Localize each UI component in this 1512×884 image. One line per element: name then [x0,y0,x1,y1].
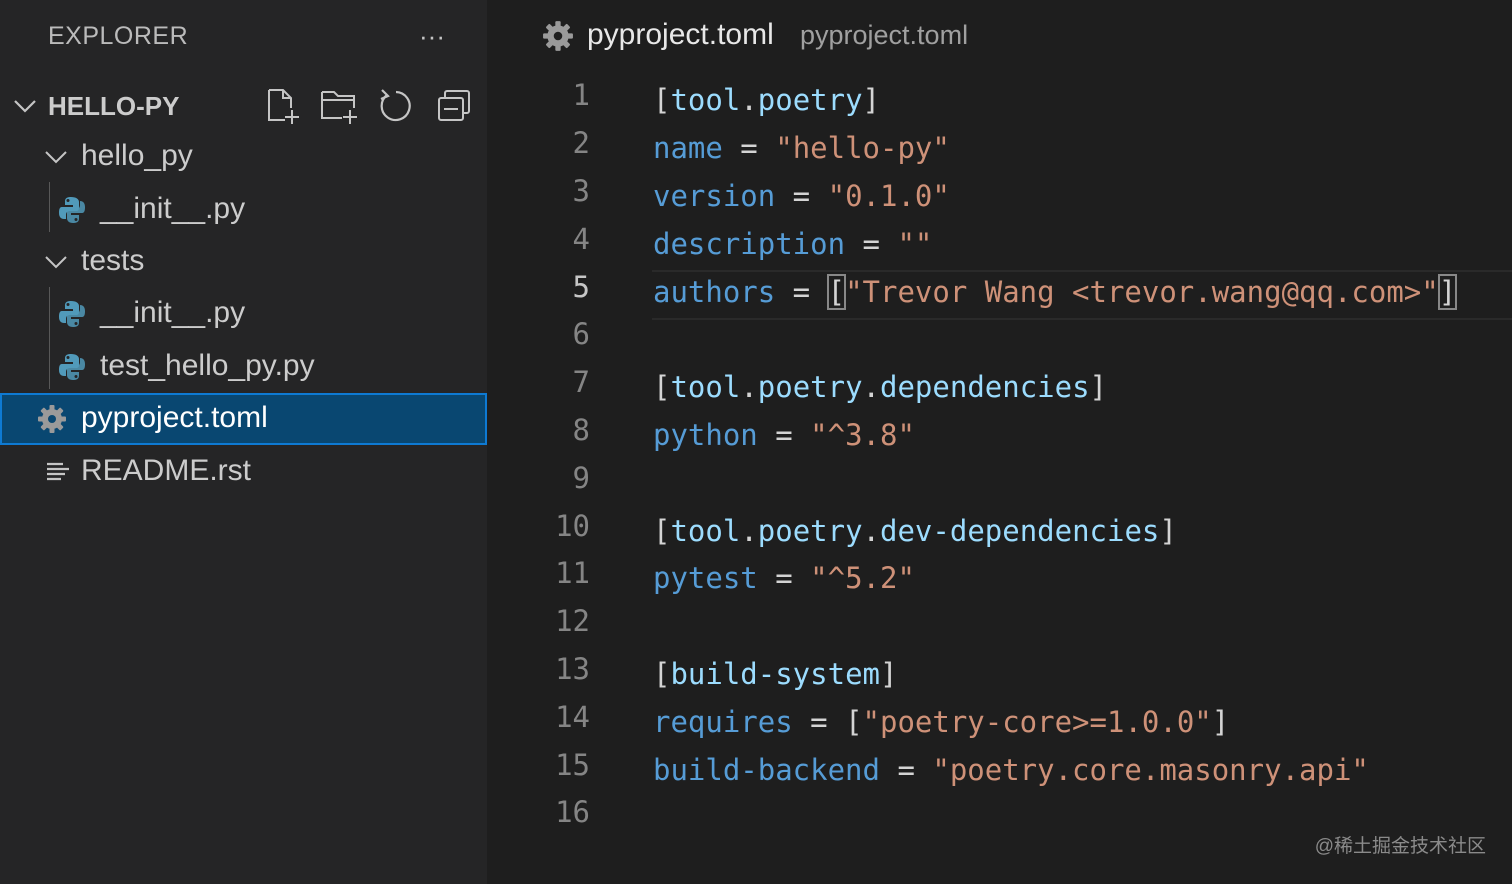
line-number: 8 [572,413,590,447]
code-text: description = "" [653,227,933,261]
refresh-icon [380,89,411,122]
code-text: [tool.poetry.dev-dependencies] [653,514,1177,548]
line-number: 13 [555,652,590,686]
tree-folder-tests[interactable]: tests [0,236,487,288]
tree-item-label: README.rst [81,454,252,487]
code-line[interactable]: 14 requires = ["poetry-core>=1.0.0"] [487,698,1512,746]
code-line[interactable]: 3 version = "0.1.0" [487,172,1512,220]
code-line[interactable]: 2 name = "hello-py" [487,124,1512,172]
new-file-button[interactable] [263,86,303,126]
line-number: 9 [572,461,590,495]
tree-item-label: test_hello_py.py [100,349,315,382]
code-text: python = "^3.8" [653,418,915,452]
line-number: 7 [572,365,590,399]
chevron-down-icon[interactable] [12,93,38,119]
new-file-icon [268,89,299,124]
code-text: build-backend = "poetry.core.masonry.api… [653,753,1369,787]
tree-folder-hello-py[interactable]: hello_py [0,131,487,183]
line-number: 10 [555,509,590,543]
code-text: name = "hello-py" [653,131,950,165]
tree-item-label: pyproject.toml [81,401,268,434]
line-number: 15 [555,748,590,782]
code-line[interactable]: 10 [tool.poetry.dev-dependencies] [487,507,1512,555]
code-line[interactable]: 8 python = "^3.8" [487,411,1512,459]
code-line-active[interactable]: 5 authors = ["Trevor Wang <trevor.wang@q… [487,268,1512,316]
code-line[interactable]: 12 [487,602,1512,650]
code-text: [tool.poetry.dependencies] [653,370,1107,404]
line-number: 2 [572,126,590,160]
explorer-sidebar: EXPLORER ··· HELLO-PY hello_py __init__.… [0,0,487,884]
new-folder-icon [321,91,357,124]
line-number: 14 [555,700,590,734]
project-header[interactable]: HELLO-PY [0,80,487,130]
watermark: @稀土掘金技术社区 [1314,836,1486,857]
editor-pane[interactable]: pyproject.toml pyproject.toml 1 [tool.po… [487,0,1512,884]
python-icon [59,197,85,223]
line-number: 4 [572,222,590,256]
code-line[interactable]: 9 [487,459,1512,507]
tree-item-label: hello_py [81,139,193,172]
python-icon [59,354,85,380]
tree-file-pyproject-toml[interactable]: pyproject.toml [0,393,487,445]
collapse-all-button[interactable] [434,86,474,126]
breadcrumb-file[interactable]: pyproject.toml [587,18,774,52]
code-line[interactable]: 15 build-backend = "poetry.core.masonry.… [487,746,1512,794]
code-text: version = "0.1.0" [653,179,950,213]
tree-item-label: __init__.py [100,296,246,329]
chevron-down-icon [45,256,67,269]
code-text: authors = ["Trevor Wang <trevor.wang@qq.… [653,274,1458,310]
line-number: 3 [572,174,590,208]
code-text: pytest = "^5.2" [653,561,915,595]
code-text: [build-system] [653,657,898,691]
chevron-down-icon [45,151,67,164]
more-actions-button[interactable]: ··· [412,18,452,54]
code-line[interactable]: 1 [tool.poetry] [487,76,1512,124]
matching-bracket: ] [1437,274,1458,310]
line-number: 16 [555,795,590,829]
collapse-all-icon [438,90,470,121]
gear-icon [543,21,573,51]
line-number: 12 [555,604,590,638]
breadcrumb-path[interactable]: pyproject.toml [800,20,968,51]
line-number: 11 [555,556,590,590]
gear-icon [38,405,66,433]
tree-file-init-py[interactable]: __init__.py [0,184,487,236]
tree-item-label: tests [81,244,145,277]
code-line[interactable]: 13 [build-system] [487,650,1512,698]
tree-file-tests-init-py[interactable]: __init__.py [0,288,487,340]
code-line[interactable]: 6 [487,315,1512,363]
explorer-title: EXPLORER [48,22,189,50]
code-text: [tool.poetry] [653,83,881,117]
tree-file-test-hello-py[interactable]: test_hello_py.py [0,341,487,393]
lines-icon [47,462,69,481]
tree-item-label: __init__.py [100,192,246,225]
line-number: 6 [572,317,590,351]
code-line[interactable]: 7 [tool.poetry.dependencies] [487,363,1512,411]
project-name: HELLO-PY [48,91,180,121]
matching-bracket: [ [826,274,847,310]
line-number: 1 [572,78,590,112]
line-number: 5 [572,270,590,304]
code-line[interactable]: 4 description = "" [487,220,1512,268]
refresh-button[interactable] [376,86,416,126]
code-text: requires = ["poetry-core>=1.0.0"] [653,705,1230,739]
code-line[interactable]: 11 pytest = "^5.2" [487,554,1512,602]
new-folder-button[interactable] [320,86,360,126]
tree-file-readme-rst[interactable]: README.rst [0,446,487,498]
python-icon [59,301,85,327]
